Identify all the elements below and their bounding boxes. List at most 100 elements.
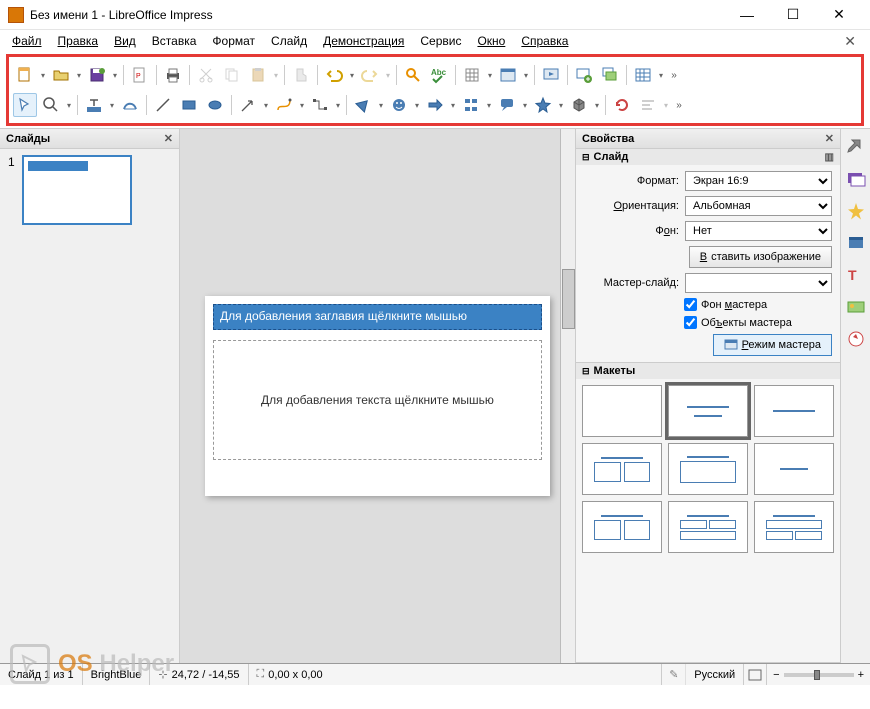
menu-slideshow[interactable]: Демонстрация	[317, 32, 410, 50]
menu-insert[interactable]: Вставка	[146, 32, 203, 50]
copy-button[interactable]	[220, 63, 244, 87]
save-button[interactable]	[85, 63, 109, 87]
sidebar-tab-properties[interactable]	[846, 137, 866, 157]
drawing-toolbar-overflow[interactable]: »	[672, 100, 686, 111]
minimize-button[interactable]: —	[724, 0, 770, 30]
sidebar-tab-navigator[interactable]	[846, 329, 866, 349]
insert-textbox-dropdown[interactable]: ▾	[108, 101, 116, 110]
master-slide-select[interactable]	[685, 273, 832, 293]
slides-panel-close-icon[interactable]: ✕	[164, 132, 173, 145]
basic-shapes-dropdown[interactable]: ▾	[377, 101, 385, 110]
slide-editor[interactable]: Для добавления заглавия щёлкните мышью Д…	[180, 129, 575, 663]
3d-objects-dropdown[interactable]: ▾	[593, 101, 601, 110]
format-select[interactable]: Экран 16:9	[685, 171, 832, 191]
layout-title-content[interactable]	[668, 385, 748, 437]
flowchart-tool[interactable]	[459, 93, 483, 117]
editor-vertical-scrollbar[interactable]	[560, 129, 575, 663]
sidebar-tab-slide-transition[interactable]	[846, 169, 866, 189]
lines-arrows-tool[interactable]	[236, 93, 260, 117]
menu-tools[interactable]: Сервис	[414, 32, 467, 50]
open-button[interactable]	[49, 63, 73, 87]
properties-close-icon[interactable]: ✕	[825, 132, 834, 145]
menu-edit[interactable]: Правка	[52, 32, 105, 50]
ellipse-tool[interactable]	[203, 93, 227, 117]
status-fit-page-icon[interactable]	[744, 664, 767, 685]
layout-title-1-over-2[interactable]	[754, 501, 834, 553]
slide-thumbnail-1[interactable]	[22, 155, 132, 225]
insert-fontwork-button[interactable]	[118, 93, 142, 117]
insert-table-dropdown[interactable]: ▾	[657, 71, 665, 80]
sidebar-tab-gallery[interactable]	[846, 297, 866, 317]
rotate-tool[interactable]	[610, 93, 634, 117]
export-pdf-button[interactable]: P	[128, 63, 152, 87]
slide-section-more-icon[interactable]: ▥	[825, 152, 834, 163]
display-views-dropdown[interactable]: ▾	[522, 71, 530, 80]
slide-canvas[interactable]: Для добавления заглавия щёлкните мышью Д…	[205, 296, 550, 496]
align-dropdown[interactable]: ▾	[662, 101, 670, 110]
new-doc-dropdown[interactable]: ▾	[39, 71, 47, 80]
toolbar-overflow[interactable]: »	[667, 70, 681, 81]
flowchart-dropdown[interactable]: ▾	[485, 101, 493, 110]
menu-window[interactable]: Окно	[471, 32, 511, 50]
redo-button[interactable]	[358, 63, 382, 87]
slides-thumbnail-area[interactable]: 1	[0, 149, 179, 663]
layout-title-2-over-1[interactable]	[668, 501, 748, 553]
curves-dropdown[interactable]: ▾	[298, 101, 306, 110]
callouts-dropdown[interactable]: ▾	[521, 101, 529, 110]
connectors-dropdown[interactable]: ▾	[334, 101, 342, 110]
line-tool[interactable]	[151, 93, 175, 117]
select-tool[interactable]	[13, 93, 37, 117]
clone-formatting-button[interactable]	[289, 63, 313, 87]
menu-file[interactable]: Файл	[6, 32, 48, 50]
undo-button[interactable]	[322, 63, 346, 87]
insert-textbox-button[interactable]	[82, 93, 106, 117]
menu-view[interactable]: Вид	[108, 32, 142, 50]
insert-slide-button[interactable]	[572, 63, 596, 87]
layout-title-only[interactable]	[754, 385, 834, 437]
symbol-shapes-dropdown[interactable]: ▾	[413, 101, 421, 110]
grid-button[interactable]	[460, 63, 484, 87]
spellcheck-button[interactable]: Abc	[427, 63, 451, 87]
body-placeholder[interactable]: Для добавления текста щёлкните мышью	[213, 340, 542, 460]
grid-dropdown[interactable]: ▾	[486, 71, 494, 80]
insert-table-button[interactable]	[631, 63, 655, 87]
zoom-dropdown[interactable]: ▾	[65, 101, 73, 110]
zoom-tool[interactable]	[39, 93, 63, 117]
duplicate-slide-button[interactable]	[598, 63, 622, 87]
basic-shapes-tool[interactable]	[351, 93, 375, 117]
save-dropdown[interactable]: ▾	[111, 71, 119, 80]
status-signature[interactable]: ✎	[662, 664, 686, 685]
background-select[interactable]: Нет	[685, 221, 832, 241]
start-first-slide-button[interactable]	[539, 63, 563, 87]
undo-dropdown[interactable]: ▾	[348, 71, 356, 80]
print-button[interactable]	[161, 63, 185, 87]
zoom-slider[interactable]: − +	[767, 669, 870, 681]
align-objects-tool[interactable]	[636, 93, 660, 117]
lines-arrows-dropdown[interactable]: ▾	[262, 101, 270, 110]
display-views-button[interactable]	[496, 63, 520, 87]
stars-dropdown[interactable]: ▾	[557, 101, 565, 110]
paste-dropdown[interactable]: ▾	[272, 71, 280, 80]
block-arrows-tool[interactable]	[423, 93, 447, 117]
master-bg-checkbox[interactable]: Фон мастера	[684, 298, 832, 311]
document-close-button[interactable]: ✕	[836, 33, 864, 50]
redo-dropdown[interactable]: ▾	[384, 71, 392, 80]
3d-objects-tool[interactable]	[567, 93, 591, 117]
menu-format[interactable]: Формат	[206, 32, 261, 50]
sidebar-tab-animation[interactable]	[846, 201, 866, 221]
layout-two-content[interactable]	[582, 443, 662, 495]
layouts-section-header[interactable]: ⊟ Макеты	[576, 363, 840, 379]
open-dropdown[interactable]: ▾	[75, 71, 83, 80]
sidebar-tab-styles[interactable]: T	[846, 265, 866, 285]
title-placeholder[interactable]: Для добавления заглавия щёлкните мышью	[213, 304, 542, 330]
menu-slide[interactable]: Слайд	[265, 32, 313, 50]
layout-content-only[interactable]	[668, 443, 748, 495]
layout-centered-text[interactable]	[754, 443, 834, 495]
close-button[interactable]: ✕	[816, 0, 862, 30]
maximize-button[interactable]: ☐	[770, 0, 816, 30]
layout-blank[interactable]	[582, 385, 662, 437]
insert-image-button[interactable]: Вставить изображение	[689, 246, 832, 268]
find-replace-button[interactable]	[401, 63, 425, 87]
status-language[interactable]: Русский	[686, 664, 744, 685]
new-doc-button[interactable]	[13, 63, 37, 87]
